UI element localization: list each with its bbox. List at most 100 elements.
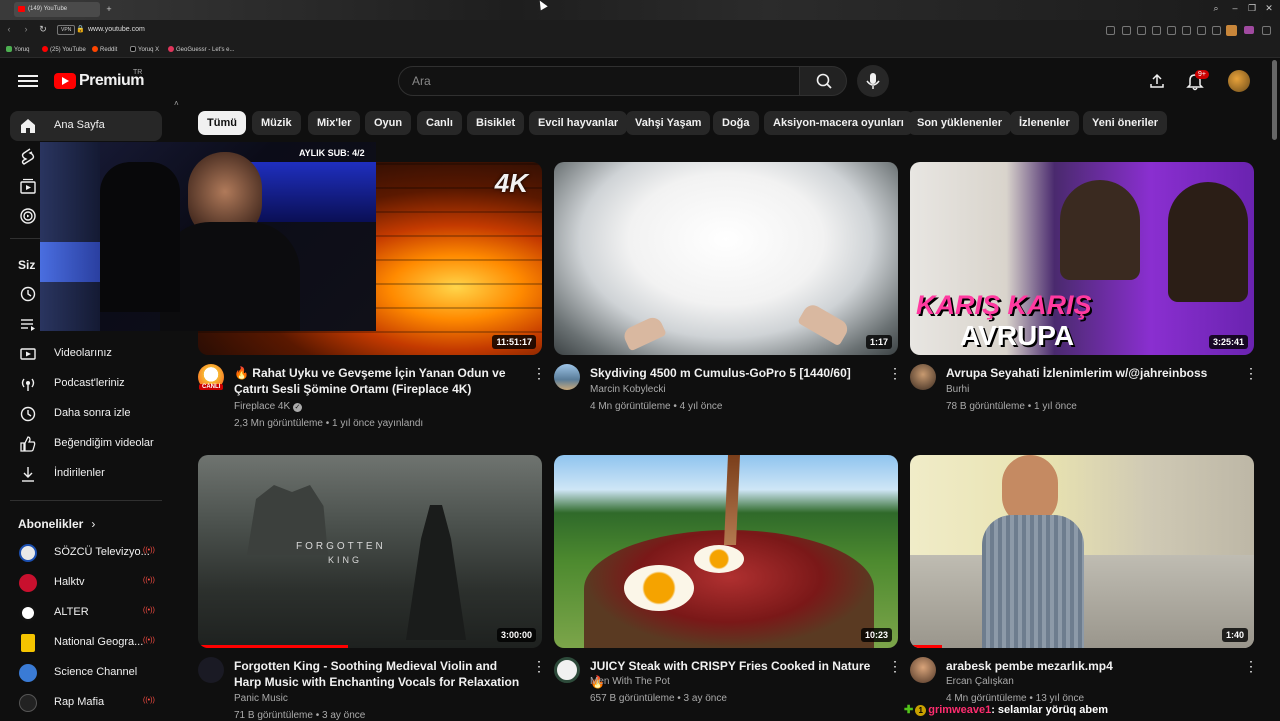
chip[interactable]: Aksiyon-macera oyunları — [764, 111, 913, 135]
video-title[interactable]: Skydiving 4500 m Cumulus-GoPro 5 [1440/6… — [590, 365, 880, 381]
sidebar-subscriptions-heading[interactable]: Abonelikler › — [18, 517, 95, 531]
chip[interactable]: Evcil hayvanlar — [529, 111, 628, 135]
sidebar-subscription[interactable]: Science Channel — [10, 658, 162, 688]
search-button[interactable] — [799, 66, 847, 96]
duration-badge: 1:17 — [865, 335, 892, 349]
video-thumbnail[interactable]: 1:17 — [554, 162, 898, 355]
playlists-icon — [21, 319, 35, 331]
new-tab-button[interactable]: + — [104, 4, 114, 14]
channel-avatar[interactable] — [554, 364, 580, 390]
video-title[interactable]: arabesk pembe mezarlık.mp4 — [946, 658, 1236, 674]
sidebar-subscription[interactable]: Halktv ((•)) — [10, 568, 162, 598]
video-meta: 2,3 Mn görüntüleme • 1 yıl önce yayınlan… — [234, 418, 424, 429]
forward-icon[interactable]: › — [20, 24, 32, 34]
channel-avatar[interactable] — [910, 364, 936, 390]
maximize-button[interactable]: ❐ — [1245, 3, 1259, 14]
channel-avatar — [19, 544, 37, 562]
sidebar-item-home[interactable]: Ana Sayfa — [10, 111, 162, 141]
more-options-icon[interactable]: ⋮ — [1244, 659, 1258, 673]
bookmark-item[interactable]: (25) YouTube — [42, 46, 86, 53]
chip[interactable]: Canlı — [417, 111, 462, 135]
more-options-icon[interactable]: ⋮ — [888, 659, 902, 673]
chip[interactable]: Müzik — [252, 111, 301, 135]
url-input[interactable]: www.youtube.com — [88, 26, 145, 33]
heart-icon[interactable] — [1182, 26, 1191, 35]
extension-icon[interactable] — [1122, 26, 1131, 35]
sidebar-item-liked-videos[interactable]: Beğendiğim videolar — [10, 429, 162, 459]
chat-message-overlay: ✚ 1 grimweave1: selamlar yörüq abem — [904, 703, 1108, 716]
lock-icon[interactable]: 🔒 — [76, 25, 85, 33]
back-icon[interactable]: ‹ — [3, 24, 15, 34]
chip[interactable]: Bisiklet — [467, 111, 525, 135]
sidebar-item-your-videos[interactable]: Videolarınız — [10, 339, 162, 369]
channel-avatar[interactable] — [554, 657, 580, 683]
video-title[interactable]: Forgotten King - Soothing Medieval Violi… — [234, 658, 524, 690]
extension-icon[interactable] — [1152, 26, 1161, 35]
thumbnail-text: FORGOTTEN — [296, 541, 386, 552]
sidebar-subscription[interactable]: Rap Mafia ((•)) — [10, 688, 162, 718]
channel-avatar — [19, 694, 37, 712]
reload-icon[interactable]: ↻ — [37, 24, 49, 35]
sidebar-subscription[interactable]: ALTER ((•)) — [10, 598, 162, 628]
more-options-icon[interactable]: ⋮ — [1244, 366, 1258, 380]
bookmark-item[interactable]: Reddit — [92, 46, 117, 53]
chip[interactable]: Doğa — [713, 111, 759, 135]
video-title[interactable]: 🔥 Rahat Uyku ve Gevşeme İçin Yanan Odun … — [234, 365, 524, 397]
minimize-button[interactable]: – — [1228, 3, 1242, 13]
page-scrollbar[interactable] — [1272, 60, 1277, 140]
hamburger-menu-icon[interactable] — [18, 72, 38, 90]
video-thumbnail[interactable]: KARIŞ KARIŞ AVRUPA 3:25:41 — [910, 162, 1254, 355]
channel-avatar[interactable] — [910, 657, 936, 683]
search-tabs-icon[interactable]: ⌕ — [1209, 3, 1223, 14]
video-thumbnail[interactable]: 10:23 — [554, 455, 898, 648]
download-icon[interactable] — [1197, 26, 1206, 35]
chip-all[interactable]: Tümü — [198, 111, 246, 135]
video-thumbnail[interactable]: 1:40 — [910, 455, 1254, 648]
sidebar-you-heading[interactable]: Siz — [18, 258, 35, 272]
settings-icon[interactable] — [1262, 26, 1271, 35]
extension-icon[interactable] — [1244, 26, 1254, 34]
sidebar-subscription[interactable]: SÖZCÜ Televizyo... ((•)) — [10, 538, 162, 568]
extension-icon[interactable] — [1137, 26, 1146, 35]
more-options-icon[interactable]: ⋮ — [532, 659, 546, 673]
channel-name[interactable]: Panic Music — [234, 693, 288, 704]
account-avatar[interactable] — [1228, 70, 1250, 92]
menu-icon[interactable] — [1212, 26, 1221, 35]
more-options-icon[interactable]: ⋮ — [888, 366, 902, 380]
close-window-button[interactable]: ✕ — [1262, 3, 1276, 14]
vpn-badge[interactable]: VPN — [57, 25, 76, 35]
sidebar-item-downloads[interactable]: İndirilenler — [10, 459, 162, 489]
chip[interactable]: İzlenenler — [1010, 111, 1079, 135]
channel-name[interactable]: Marcin Kobylecki — [590, 384, 666, 395]
more-options-icon[interactable]: ⋮ — [532, 366, 546, 380]
extension-icon[interactable] — [1167, 26, 1176, 35]
sidebar-item-watch-later[interactable]: Daha sonra izle — [10, 399, 162, 429]
chip[interactable]: Mix'ler — [308, 111, 361, 135]
profile-avatar[interactable] — [1226, 25, 1237, 36]
video-thumbnail[interactable]: FORGOTTEN KING 3:00:00 — [198, 455, 542, 648]
channel-name[interactable]: Fireplace 4K ✓ — [234, 401, 302, 412]
bookmark-item[interactable]: GeoGuessr - Let's e... — [168, 46, 235, 53]
channel-avatar[interactable] — [198, 657, 224, 683]
sidebar-item-podcasts[interactable]: Podcast'leriniz — [10, 369, 162, 399]
video-title[interactable]: Avrupa Seyahati İzlenimlerim w/@jahreinb… — [946, 365, 1236, 381]
chip[interactable]: Oyun — [365, 111, 412, 135]
extension-icon[interactable] — [1106, 26, 1115, 35]
live-badge: CANLI — [199, 384, 224, 390]
channel-name[interactable]: Men With The Pot — [590, 676, 670, 687]
bookmark-item[interactable]: Yoruq X — [130, 46, 159, 53]
sidebar-subscription[interactable]: National Geogra... ((•)) — [10, 628, 162, 658]
search-input[interactable]: Ara — [398, 66, 800, 96]
upload-icon — [1150, 73, 1164, 88]
voice-search-button[interactable] — [857, 65, 889, 97]
shorts-icon — [21, 148, 35, 165]
chip[interactable]: Son yüklenenler — [908, 111, 1011, 135]
chip[interactable]: Yeni öneriler — [1083, 111, 1168, 135]
channel-name[interactable]: Burhi — [946, 384, 969, 395]
channel-name[interactable]: Ercan Çalışkan — [946, 676, 1014, 687]
create-button[interactable] — [1148, 72, 1166, 90]
bookmark-item[interactable]: Yoruq — [6, 46, 29, 53]
chip[interactable]: Vahşi Yaşam — [626, 111, 711, 135]
browser-tab[interactable]: (149) YouTube — [14, 2, 100, 17]
collapse-caret-icon[interactable]: ˄ — [174, 99, 179, 108]
